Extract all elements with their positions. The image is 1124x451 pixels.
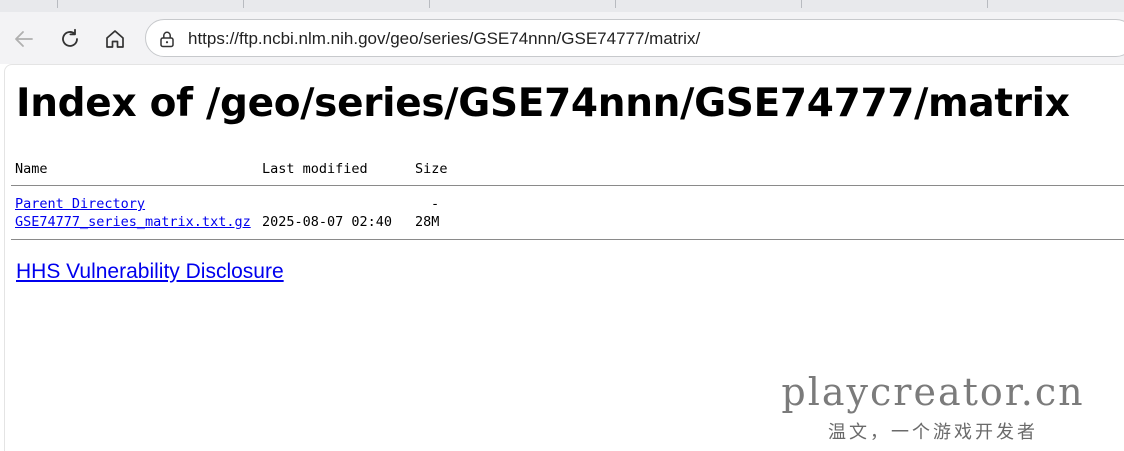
- reload-button[interactable]: [56, 25, 84, 53]
- column-header-size: Size: [415, 161, 448, 177]
- tab-divider: [987, 0, 988, 8]
- tab-divider: [615, 0, 616, 8]
- watermark: playcreator.cn 温文，一个游戏开发者: [763, 370, 1103, 444]
- back-button[interactable]: [10, 25, 38, 53]
- tab-divider: [243, 0, 244, 8]
- address-bar[interactable]: https://ftp.ncbi.nlm.nih.gov/geo/series/…: [145, 19, 1124, 57]
- tab-divider: [801, 0, 802, 8]
- size-cell: 28M: [415, 214, 440, 230]
- last-modified-cell: 2025-08-07 02:40: [262, 214, 393, 230]
- tab-divider: [57, 0, 58, 8]
- page-title: Index of /geo/series/GSE74nnn/GSE74777/m…: [16, 81, 1070, 126]
- lock-icon[interactable]: [158, 30, 176, 48]
- size-cell: -: [431, 196, 440, 212]
- tab-divider: [429, 0, 430, 8]
- column-header-last-modified: Last modified: [262, 161, 368, 177]
- reload-icon: [62, 28, 78, 47]
- column-header-name: Name: [15, 161, 48, 177]
- watermark-sub-text: 温文，一个游戏开发者: [828, 422, 1038, 443]
- parent-directory-link[interactable]: Parent Directory: [15, 196, 145, 212]
- arrow-left-icon: [15, 31, 33, 47]
- divider: [11, 185, 1124, 186]
- home-button[interactable]: [101, 25, 129, 53]
- watermark-main-text: playcreator.cn: [781, 370, 1085, 414]
- divider: [11, 239, 1124, 240]
- browser-toolbar: https://ftp.ncbi.nlm.nih.gov/geo/series/…: [0, 12, 1124, 64]
- hhs-vulnerability-disclosure-link[interactable]: HHS Vulnerability Disclosure: [16, 260, 284, 284]
- file-link[interactable]: GSE74777_series_matrix.txt.gz: [15, 214, 251, 230]
- url-text[interactable]: https://ftp.ncbi.nlm.nih.gov/geo/series/…: [188, 29, 700, 49]
- home-icon: [106, 30, 124, 48]
